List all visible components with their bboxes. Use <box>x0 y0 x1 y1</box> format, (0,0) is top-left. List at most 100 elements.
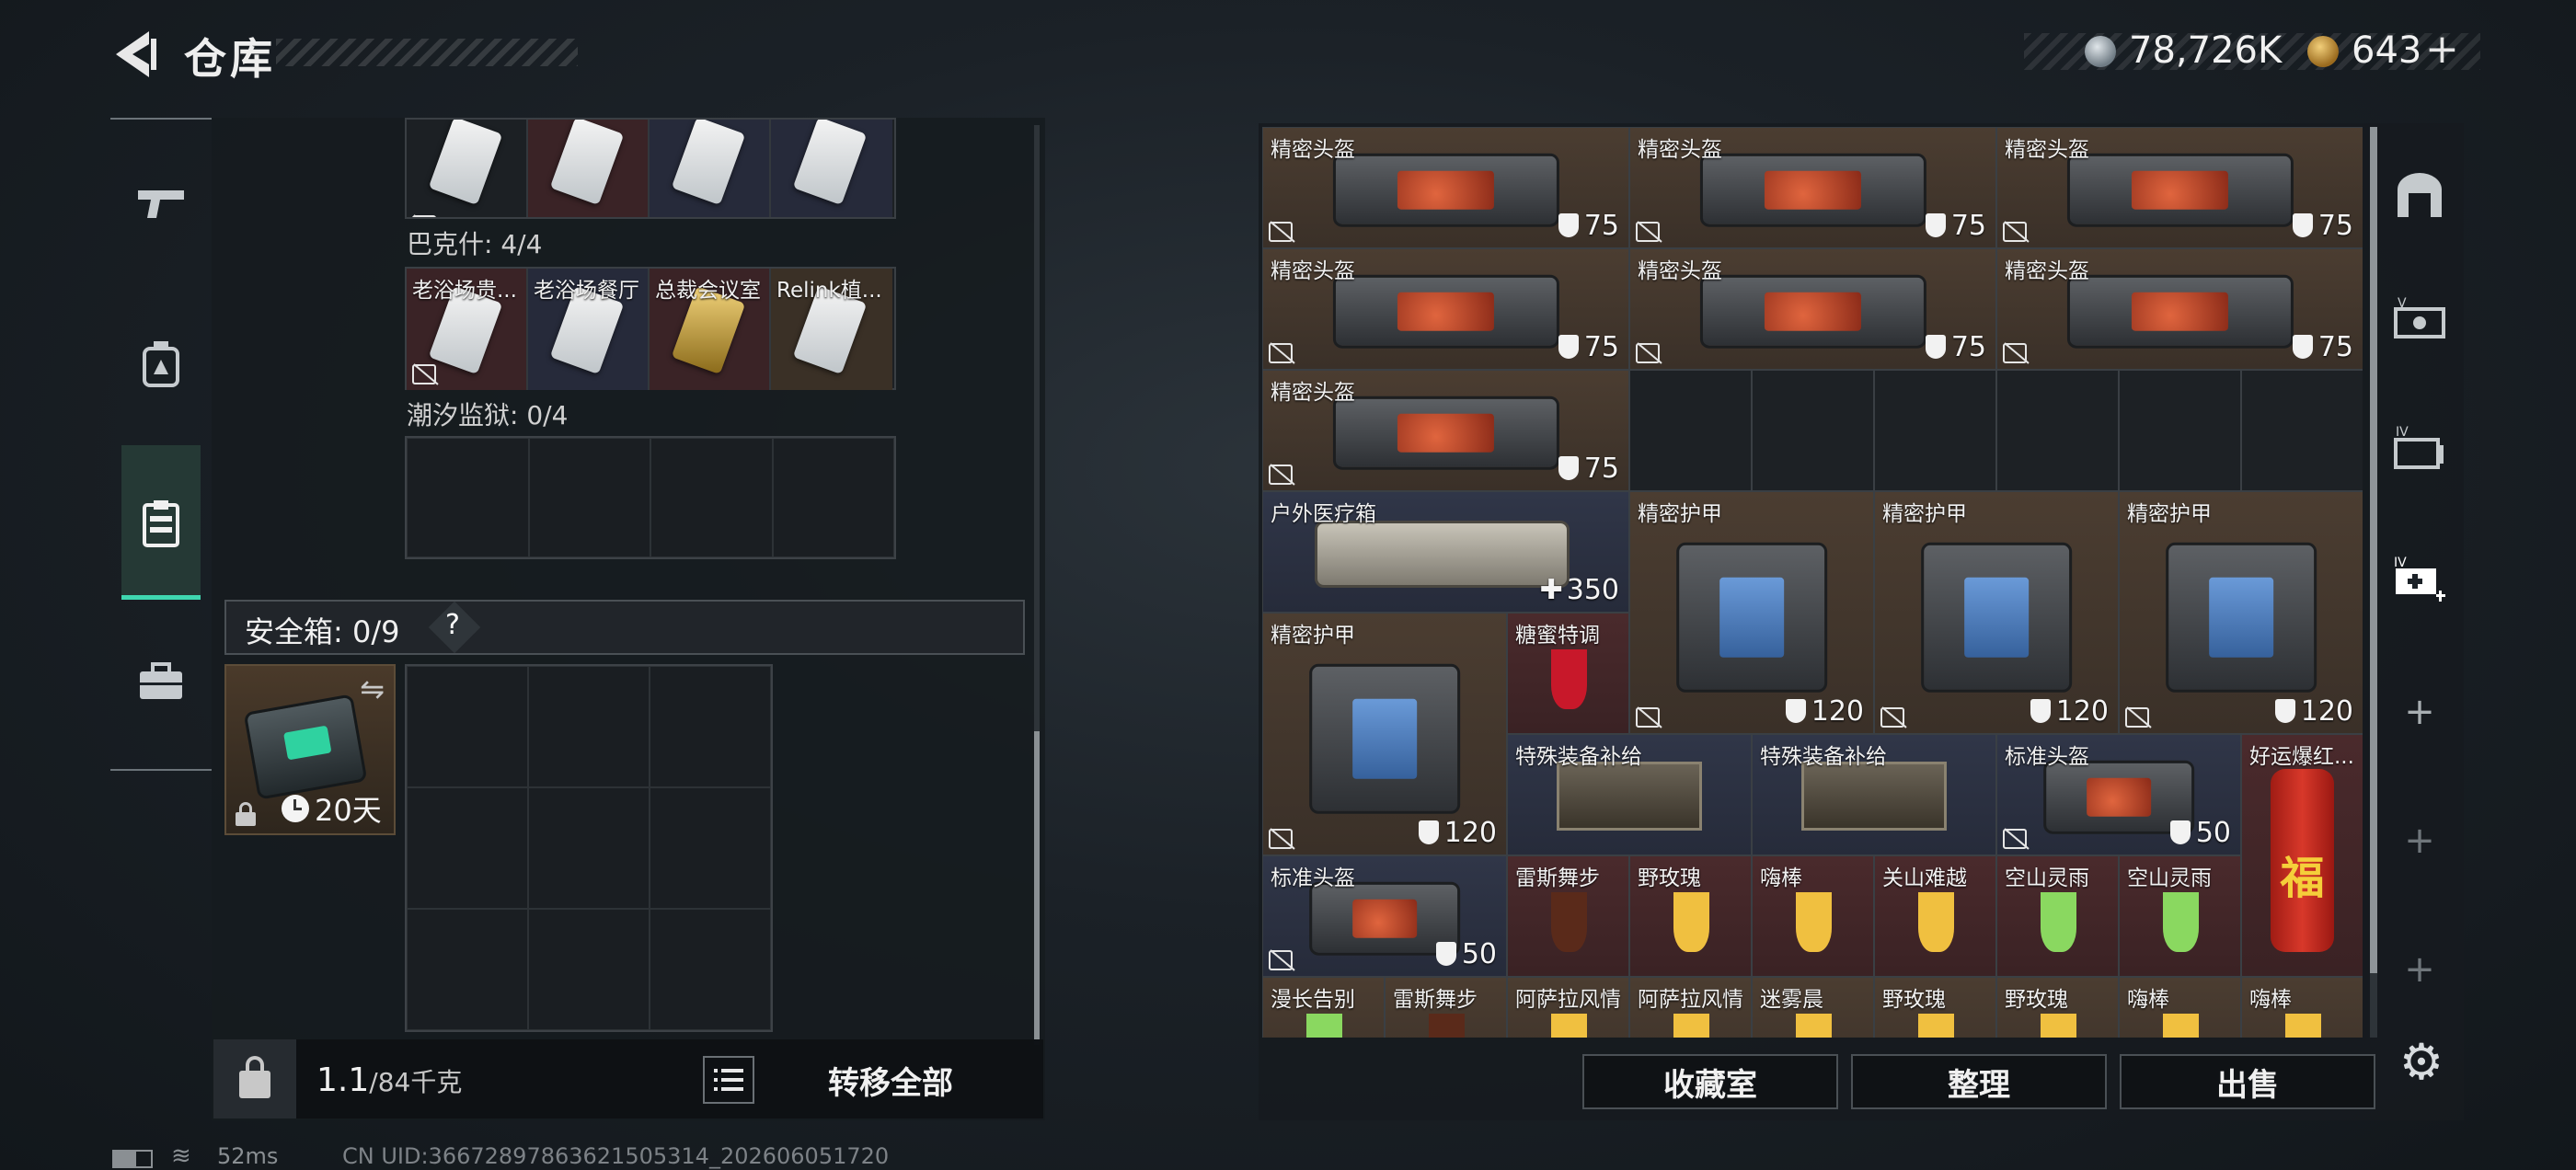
rail-weapon-tab[interactable] <box>129 171 193 235</box>
currency2-value: 643 <box>2352 29 2422 72</box>
stash-item[interactable]: 特殊装备补给 <box>1507 734 1752 855</box>
stash-item[interactable]: 精密头盔 75 <box>1262 127 1629 248</box>
empty-stash-cell[interactable] <box>2119 370 2241 491</box>
safebox-slot[interactable] <box>650 909 771 1030</box>
stash-item[interactable]: 空山灵雨 <box>2119 855 2241 977</box>
safebox-slot[interactable] <box>528 666 650 787</box>
stash-item[interactable]: 糖蜜特调 <box>1507 613 1629 734</box>
durability-shield-icon <box>1785 699 1806 723</box>
add-slot-icon[interactable]: + <box>2401 948 2438 991</box>
stash-item[interactable]: 野玫瑰 <box>1874 977 1996 1038</box>
rail-clipboard-tab[interactable] <box>129 491 193 556</box>
safebox-slot[interactable] <box>528 787 650 909</box>
key-slot[interactable] <box>650 120 771 217</box>
empty-key-slot[interactable] <box>528 438 650 557</box>
keycard-icon <box>671 120 746 206</box>
add-currency-button[interactable]: + <box>2425 26 2459 73</box>
add-slot-icon[interactable]: + <box>2401 820 2438 862</box>
stash-item[interactable]: 关山难越 <box>1874 855 1996 977</box>
stash-item[interactable]: 嗨棒 <box>2241 977 2363 1038</box>
transfer-all-button[interactable]: 转移全部 <box>828 1058 953 1103</box>
empty-stash-cell[interactable] <box>1996 370 2119 491</box>
firecracker-icon: 福 <box>2271 768 2334 952</box>
key-slot[interactable]: Relink植... <box>771 269 892 390</box>
cocktail-icon <box>1551 1014 1588 1038</box>
organize-button[interactable]: 整理 <box>1851 1054 2107 1109</box>
stash-item[interactable]: 精密头盔 75 <box>1629 127 1996 248</box>
key-slot[interactable]: 总裁会议室 <box>650 269 771 390</box>
stash-item[interactable]: 精密头盔 75 <box>1996 248 2363 370</box>
collection-button[interactable]: 收藏室 <box>1582 1054 1838 1109</box>
empty-stash-cell[interactable] <box>1874 370 1996 491</box>
empty-stash-cell[interactable] <box>2241 370 2363 491</box>
stash-item[interactable]: 精密护甲 120 <box>1629 491 1874 734</box>
rail-gear-tab[interactable] <box>129 331 193 396</box>
safebox-item[interactable]: ⇋ 20天 <box>224 664 396 835</box>
rail-stash-tab[interactable] <box>2383 158 2456 232</box>
stash-item[interactable]: 精密护甲 120 <box>1262 613 1507 855</box>
stash-item[interactable]: 精密头盔 75 <box>1262 370 1629 491</box>
safebox-slot[interactable] <box>407 666 528 787</box>
stash-item[interactable]: 精密头盔 75 <box>1262 248 1629 370</box>
empty-key-slot[interactable] <box>650 438 773 557</box>
helmet-bag-icon <box>1699 274 1926 349</box>
stash-item[interactable]: 野玫瑰 <box>1996 977 2119 1038</box>
stash-item[interactable]: 漫长告别 <box>1262 977 1385 1038</box>
cocktail-icon <box>2163 892 2200 952</box>
stash-item[interactable]: 雷斯舞步 <box>1507 855 1629 977</box>
empty-stash-cell[interactable] <box>1629 370 1752 491</box>
left-scrollbar-thumb[interactable] <box>1034 731 1040 1039</box>
stash-item[interactable]: 野玫瑰 <box>1629 855 1752 977</box>
rail-add-storage-tab[interactable]: IV <box>2383 543 2456 616</box>
safebox-slot[interactable] <box>650 666 771 787</box>
key-slot[interactable]: 老浴场餐厅 <box>528 269 650 390</box>
durability-shield-icon <box>1925 213 1946 237</box>
stash-scrollbar-thumb[interactable] <box>2370 127 2377 973</box>
key-slot[interactable] <box>771 120 892 217</box>
rail-briefcase-tab[interactable] <box>129 649 193 714</box>
empty-key-slot[interactable] <box>407 438 529 557</box>
safebox-slot[interactable] <box>650 787 771 909</box>
sell-button[interactable]: 出售 <box>2120 1054 2375 1109</box>
stash-item[interactable]: 阿萨拉风情 <box>1507 977 1629 1038</box>
stash-item[interactable]: 特殊装备补给 <box>1752 734 1996 855</box>
stash-item[interactable]: 精密头盔 75 <box>1996 127 2363 248</box>
rail-folder-tab[interactable]: IV <box>2383 410 2456 484</box>
empty-key-slot[interactable] <box>772 438 894 557</box>
key-slot[interactable]: 老浴场贵... <box>407 269 528 390</box>
stash-item[interactable]: 雷斯舞步 <box>1385 977 1507 1038</box>
swap-icon[interactable]: ⇋ <box>360 671 385 706</box>
back-button[interactable] <box>109 28 164 81</box>
settings-gear-icon[interactable]: ⚙ <box>2392 1032 2451 1091</box>
stash-item[interactable]: 精密护甲 120 <box>2119 491 2363 734</box>
capacity-text: 1.1/84千克 <box>316 1061 462 1099</box>
stash-item[interactable]: 标准头盔 50 <box>1996 734 2241 855</box>
empty-stash-cell[interactable] <box>1752 370 1874 491</box>
add-slot-icon[interactable]: + <box>2401 691 2438 733</box>
item-value-number: 50 <box>2195 817 2231 849</box>
weight-lock-button[interactable] <box>213 1039 296 1118</box>
safebox-slot[interactable] <box>528 909 650 1030</box>
item-value-number: 350 <box>1566 574 1619 606</box>
key-slot[interactable] <box>528 120 650 217</box>
stash-item[interactable]: 空山灵雨 <box>1996 855 2119 977</box>
safebox-slot[interactable] <box>407 787 528 909</box>
stash-item[interactable]: 标准头盔 50 <box>1262 855 1507 977</box>
key-slot[interactable] <box>407 120 528 217</box>
item-value: 75 <box>1925 331 1986 363</box>
stash-item[interactable]: 精密护甲 120 <box>1874 491 2119 734</box>
stash-item[interactable]: 嗨棒 <box>1752 855 1874 977</box>
stash-item[interactable]: 嗨棒 <box>2119 977 2241 1038</box>
stash-item[interactable]: 福好运爆红... <box>2241 734 2363 977</box>
list-view-button[interactable] <box>703 1056 754 1104</box>
no-carry-icon <box>2003 829 2027 849</box>
safebox-grid <box>405 664 773 1032</box>
item-value: 75 <box>1558 210 1619 242</box>
stash-item[interactable]: 户外医疗箱 ✚ 350 <box>1262 491 1629 613</box>
stash-item[interactable]: 迷雾晨 <box>1752 977 1874 1038</box>
stash-item[interactable]: 阿萨拉风情 <box>1629 977 1752 1038</box>
safebox-slot[interactable] <box>407 909 528 1030</box>
item-value: 120 <box>2030 695 2109 728</box>
rail-storage-tab[interactable]: V <box>2383 281 2456 355</box>
stash-item[interactable]: 精密头盔 75 <box>1629 248 1996 370</box>
